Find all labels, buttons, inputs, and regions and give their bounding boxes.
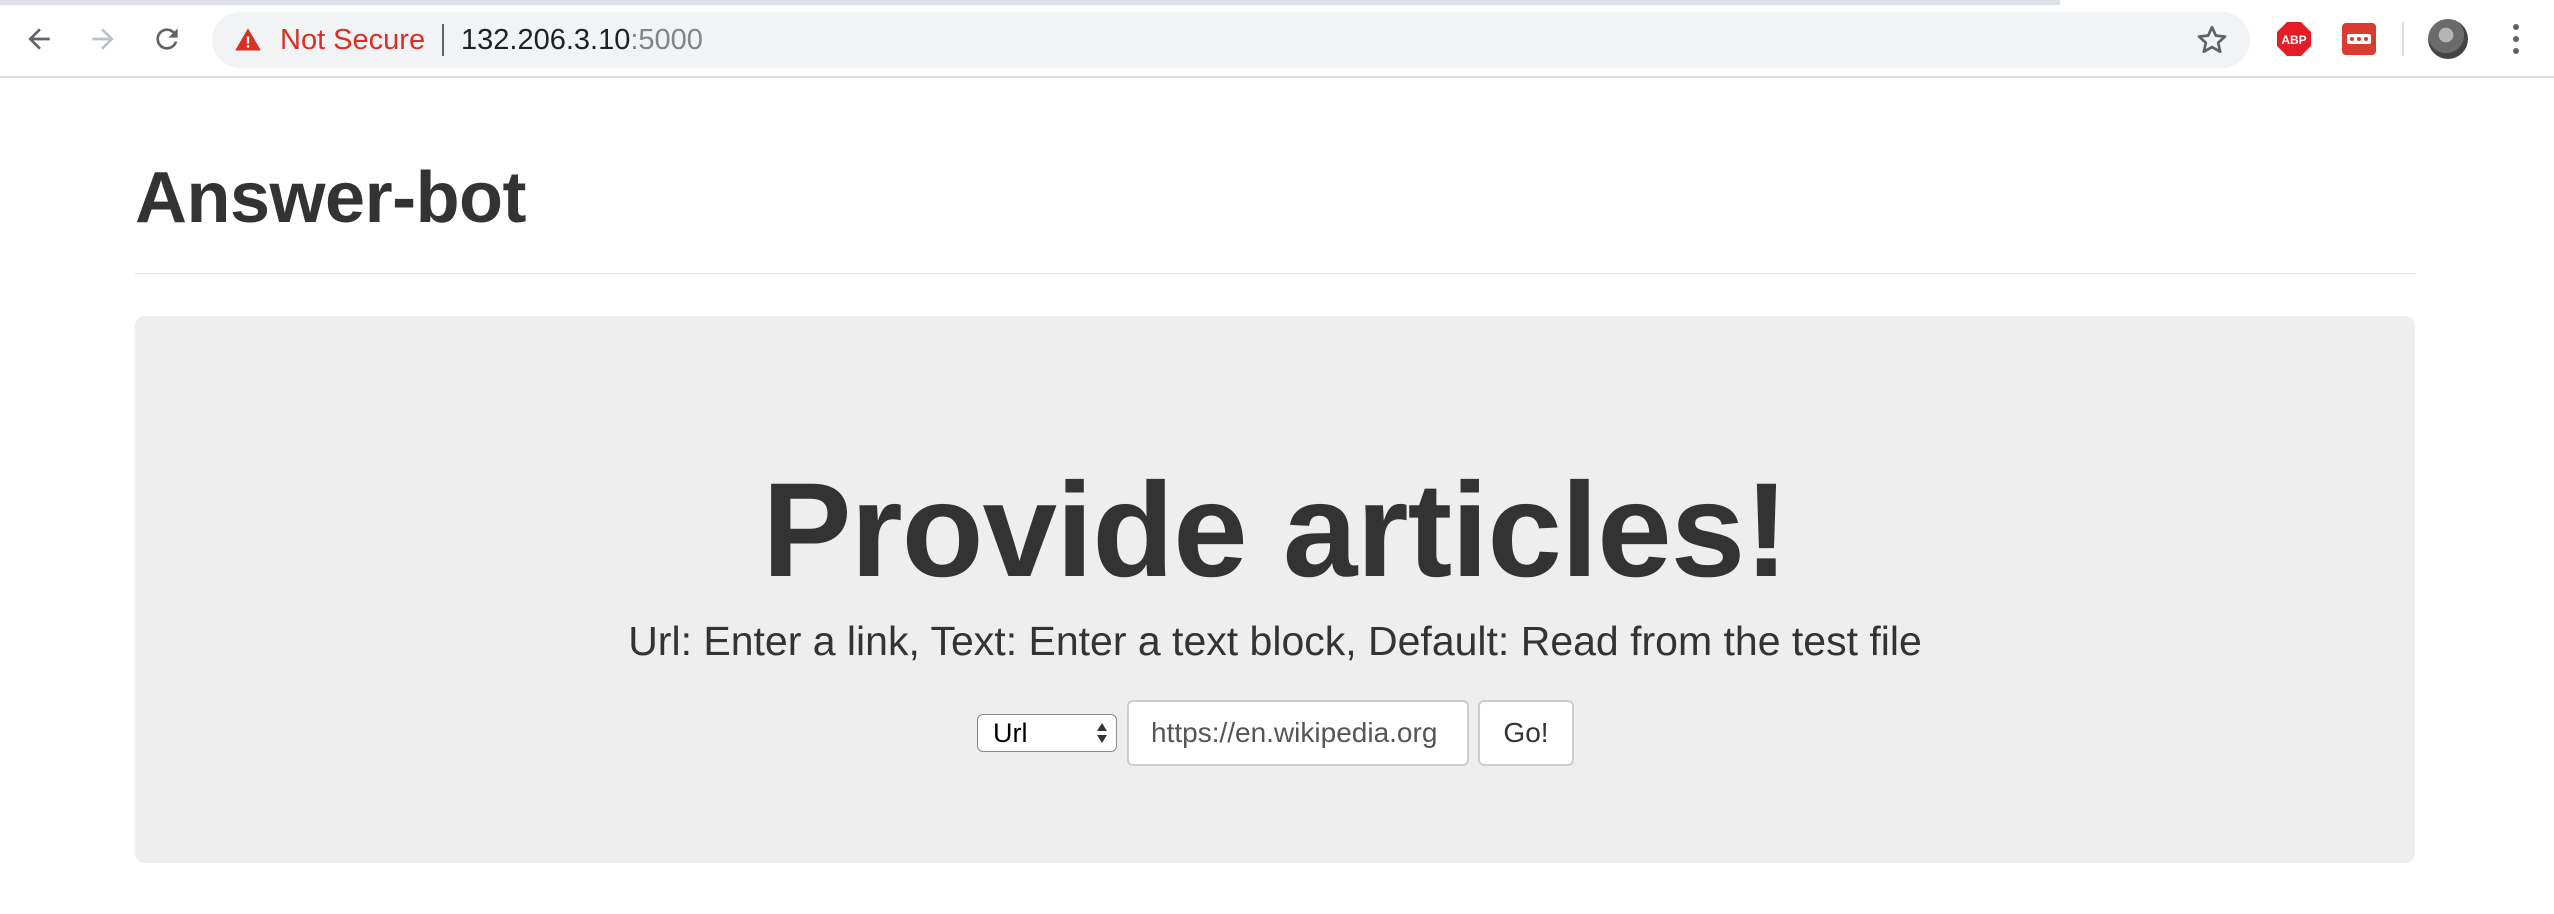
toolbar-divider <box>2402 22 2404 56</box>
url-text[interactable]: 132.206.3.10:5000 <box>461 24 703 56</box>
omnibox-divider <box>442 24 444 56</box>
extension-dots <box>2347 34 2371 44</box>
page-content: Answer-bot Provide articles! Url: Enter … <box>0 78 2554 914</box>
browser-toolbar: Not Secure 132.206.3.10:5000 ABP <box>0 0 2554 78</box>
page-title: Answer-bot <box>135 158 527 238</box>
reload-button[interactable] <box>145 17 189 61</box>
forward-arrow-icon <box>92 28 114 50</box>
avatar[interactable] <box>2428 19 2468 59</box>
warning-triangle-icon <box>235 28 261 51</box>
loading-bar <box>0 0 2060 5</box>
menu-dot <box>2513 36 2519 42</box>
security-indicator[interactable]: Not Secure <box>280 24 425 56</box>
jumbotron-heading: Provide articles! <box>762 456 1789 605</box>
star-icon[interactable] <box>2194 22 2230 58</box>
header-divider <box>135 273 2415 274</box>
go-button[interactable]: Go! <box>1478 700 1574 766</box>
reload-icon <box>156 28 178 50</box>
select-arrows-icon <box>1097 723 1107 743</box>
back-button[interactable] <box>17 17 61 61</box>
back-arrow-icon <box>28 28 50 50</box>
jumbotron-subtext: Url: Enter a link, Text: Enter a text bl… <box>628 618 1922 664</box>
menu-dot <box>2513 24 2519 30</box>
forward-button[interactable] <box>81 17 125 61</box>
jumbotron: Provide articles! Url: Enter a link, Tex… <box>135 316 2415 863</box>
source-type-value: Url <box>993 718 1028 748</box>
kebab-menu-icon[interactable] <box>2498 21 2534 57</box>
article-url-input[interactable]: https://en.wikipedia.org <box>1127 700 1469 766</box>
adblock-badge-text: ABP <box>2281 33 2306 47</box>
adblock-plus-icon[interactable]: ABP <box>2276 21 2312 57</box>
url-port: :5000 <box>630 24 703 56</box>
menu-dot <box>2513 48 2519 54</box>
source-type-select[interactable]: Url <box>977 714 1117 752</box>
url-host: 132.206.3.10 <box>461 24 631 56</box>
address-bar[interactable]: Not Secure 132.206.3.10:5000 <box>212 12 2250 68</box>
red-extension-icon[interactable] <box>2342 23 2376 55</box>
